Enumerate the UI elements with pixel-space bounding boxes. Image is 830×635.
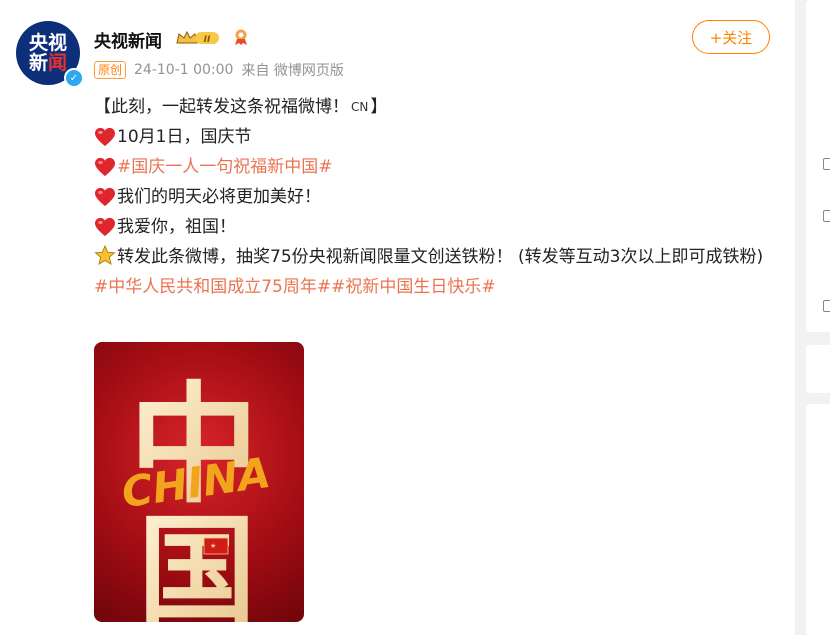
topic-link-75th[interactable]: #中华人民共和国成立75周年##祝新中国生日快乐# [94, 272, 496, 302]
post-line-4-text: 我们的明天必将更加美好！ [117, 187, 321, 207]
heart-icon [95, 157, 115, 177]
author-name[interactable]: 央视新闻 [94, 27, 162, 52]
china-poster-art: 中 国 CHINA ★ [119, 368, 274, 622]
medal-icon[interactable] [233, 28, 249, 46]
original-tag: 原创 [94, 61, 127, 79]
post-line-2: 10月1日，国庆节 [94, 122, 784, 152]
post-line-1: 【此刻，一起转发这条祝福微博！ CN 】 [94, 92, 784, 122]
post-time[interactable]: 24-10-1 00:00 [134, 62, 233, 78]
post-line-5-text: 我爱你，祖国！ [117, 217, 236, 237]
panel-icon-1[interactable] [823, 158, 830, 170]
topic-link-guoqing[interactable]: #国庆一人一句祝福新中国# [117, 152, 333, 182]
post-text: 【此刻，一起转发这条祝福微博！ CN 】 10月1日，国庆节 #国庆一人一句祝福… [94, 92, 784, 302]
post-source: 来自 微博网页版 [241, 63, 344, 79]
panel-icon-3[interactable] [823, 300, 830, 312]
right-panel-card-1 [806, 0, 830, 332]
post-line-5: 我爱你，祖国！ [94, 212, 784, 242]
verified-badge-icon: ✓ [64, 68, 84, 88]
avatar-text-top: 央视 [28, 32, 67, 54]
follow-button[interactable]: +关注 [692, 20, 770, 54]
avatar-text-wen: 闻 [48, 52, 68, 74]
post-image[interactable]: 中 国 CHINA ★ [94, 342, 304, 622]
panel-icon-2[interactable] [823, 210, 830, 222]
vip-crown-icon[interactable]: II [175, 29, 221, 47]
post-line-6-text: 转发此条微博，抽奖75份央视新闻限量文创送铁粉！ (转发等互动3次以上即可成铁粉… [117, 247, 764, 267]
post-line-1-suffix: 】 [370, 97, 388, 117]
post-line-2-text: 10月1日，国庆节 [117, 127, 252, 147]
poster-flag-star: ★ [210, 542, 216, 550]
heart-icon [95, 187, 115, 207]
right-panel-card-2 [806, 345, 830, 393]
vip-level: II [204, 35, 211, 45]
poster-char-guo: 国 [138, 501, 256, 622]
heart-icon [95, 217, 115, 237]
post-line-4: 我们的明天必将更加美好！ [94, 182, 784, 212]
cn-flag-icon: CN [351, 100, 369, 114]
heart-icon [95, 127, 115, 147]
post-line-3: #国庆一人一句祝福新中国# [94, 152, 784, 182]
right-panel-card-3 [806, 404, 830, 635]
star-icon [94, 245, 116, 265]
post-line-1-prefix: 【此刻，一起转发这条祝福微博！ [94, 97, 349, 117]
avatar-text-xin: 新 [28, 52, 48, 74]
weibo-post-card: 央视 新闻 ✓ 央视新闻 II 原创 24-10-1 00:00 来自 微博网页… [0, 0, 795, 635]
post-line-6: 转发此条微博，抽奖75份央视新闻限量文创送铁粉！ (转发等互动3次以上即可成铁粉… [94, 242, 784, 272]
post-meta: 原创 24-10-1 00:00 来自 微博网页版 [94, 60, 344, 80]
post-line-7: #中华人民共和国成立75周年##祝新中国生日快乐# [94, 272, 784, 302]
avatar-text-bottom: 新闻 [29, 53, 67, 73]
